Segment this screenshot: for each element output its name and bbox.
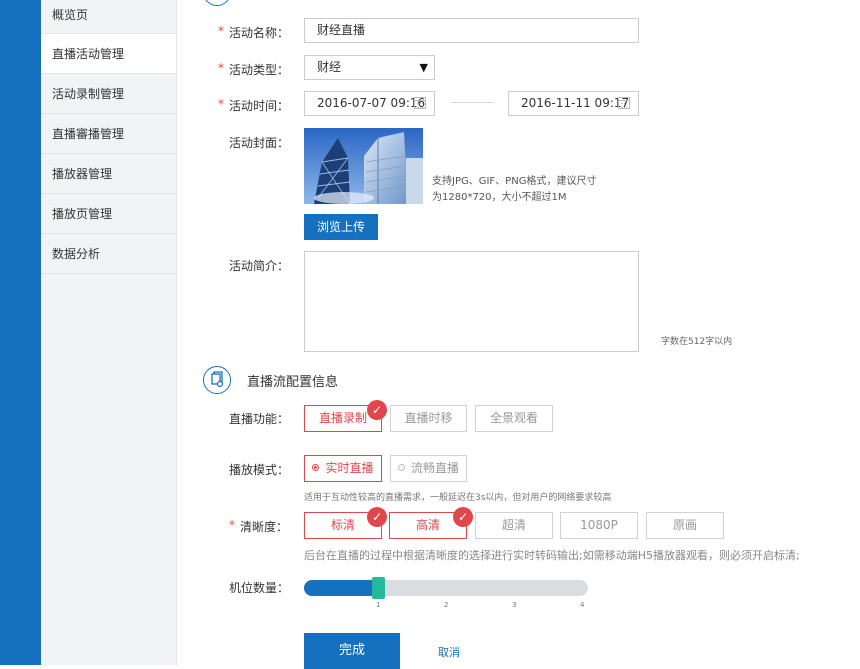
cover-image	[304, 128, 423, 204]
check-icon: ✓	[367, 507, 387, 527]
slider-tick-1: 1	[376, 601, 381, 609]
cancel-link[interactable]: 取消	[438, 644, 460, 660]
option-original[interactable]: 原画	[646, 512, 724, 539]
activity-type-value: 财经	[317, 60, 342, 74]
camera-count-slider-handle[interactable]	[372, 577, 385, 599]
chevron-down-icon: ▼	[419, 61, 428, 74]
cover-hint-line1: 支持JPG、GIF、PNG格式，建议尺寸	[432, 176, 597, 187]
start-time-value: 2016-07-07 09:16	[317, 96, 426, 110]
sidebar-item-recording[interactable]: 活动录制管理	[41, 74, 176, 114]
camera-count-label: 机位数量：	[229, 581, 290, 595]
option-1080p[interactable]: 1080P	[560, 512, 638, 539]
quality-hint: 后台在直播的过程中根据清晰度的选择进行实时转码输出;如需移动端H5播放器观看，则…	[304, 549, 800, 562]
activity-name-input[interactable]: 财经直播	[304, 18, 639, 43]
slider-tick-3: 3	[512, 601, 517, 609]
quality-label: 清晰度：	[240, 520, 289, 534]
check-icon: ✓	[453, 507, 473, 527]
radio-selected-icon	[312, 464, 320, 471]
upload-button[interactable]: 浏览上传	[304, 214, 378, 240]
cover-format-hint: 支持JPG、GIF、PNG格式，建议尺寸 为1280*720，大小不超过1M	[432, 174, 596, 206]
sidebar: 概览页 直播活动管理 活动录制管理 直播審播管理 播放器管理 播放页管理 数据分…	[41, 0, 177, 665]
app-rail	[0, 0, 41, 665]
realtime-live-label: 实时直播	[325, 461, 374, 475]
calendar-icon[interactable]	[618, 97, 630, 109]
stream-config-section-title: 直播流配置信息	[247, 375, 339, 390]
sidebar-item-overview[interactable]: 概览页	[41, 0, 176, 34]
slider-tick-2: 2	[444, 601, 449, 609]
intro-limit-hint: 字数在512字以内	[661, 337, 733, 347]
activity-time-label: 活动时间：	[229, 99, 290, 113]
sidebar-item-player[interactable]: 播放器管理	[41, 154, 176, 194]
sidebar-item-review[interactable]: 直播審播管理	[41, 114, 176, 154]
top-section-icon	[203, 0, 231, 6]
activity-cover-label: 活动封面：	[229, 136, 290, 150]
sidebar-item-analytics[interactable]: 数据分析	[41, 234, 176, 274]
time-range-separator	[451, 102, 494, 103]
play-mode-label: 播放模式：	[229, 463, 290, 477]
option-panorama[interactable]: 全景观看	[475, 405, 553, 432]
cover-image-graphic	[304, 128, 423, 204]
camera-count-slider-track[interactable]	[304, 580, 588, 596]
end-time-value: 2016-11-11 09:17	[521, 96, 630, 110]
start-time-input[interactable]: 2016-07-07 09:16	[304, 91, 435, 116]
activity-intro-textarea[interactable]	[304, 251, 639, 352]
option-uhd[interactable]: 超清	[475, 512, 553, 539]
required-mark: *	[218, 24, 224, 38]
sidebar-item-play-page[interactable]: 播放页管理	[41, 194, 176, 234]
required-mark: *	[218, 97, 224, 111]
activity-name-label: 活动名称：	[229, 26, 290, 40]
calendar-icon[interactable]	[414, 97, 426, 109]
submit-button[interactable]: 完成	[304, 633, 400, 669]
option-realtime-live[interactable]: 实时直播	[304, 455, 382, 482]
activity-type-select[interactable]: 财经 ▼	[304, 55, 435, 80]
stream-config-section-icon	[203, 366, 231, 394]
end-time-input[interactable]: 2016-11-11 09:17	[508, 91, 639, 116]
required-mark: *	[229, 518, 235, 532]
required-mark: *	[218, 61, 224, 75]
check-icon: ✓	[367, 400, 387, 420]
option-time-shift[interactable]: 直播时移	[390, 405, 467, 432]
smooth-live-label: 流畅直播	[410, 461, 459, 475]
play-mode-hint: 适用于互动性较高的直播需求，一般延迟在3s以内，但对用户的网络要求较高	[304, 493, 612, 503]
radio-icon	[397, 464, 405, 471]
activity-intro-label: 活动简介：	[229, 259, 290, 273]
cover-hint-line2: 为1280*720，大小不超过1M	[432, 192, 567, 203]
slider-tick-4: 4	[580, 601, 585, 609]
activity-type-label: 活动类型：	[229, 63, 290, 77]
main-content: * 活动名称： 财经直播 * 活动类型： 财经 ▼ * 活动时间： 2016-0…	[176, 0, 860, 669]
live-function-label: 直播功能：	[229, 412, 290, 426]
sidebar-item-live-activity[interactable]: 直播活动管理	[41, 34, 176, 74]
option-smooth-live[interactable]: 流畅直播	[390, 455, 467, 482]
document-gear-icon	[211, 371, 224, 388]
